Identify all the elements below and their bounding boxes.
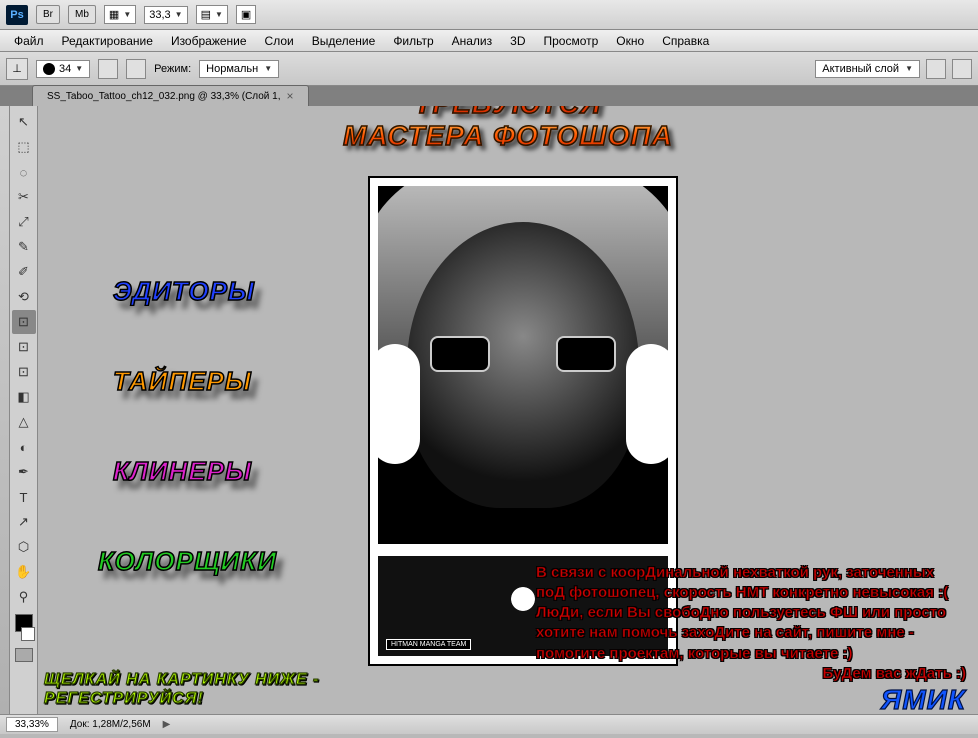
left-rail (0, 106, 10, 714)
status-zoom[interactable]: 33,33% (6, 717, 58, 732)
status-doc-info: Док: 1,28M/2,56M (70, 719, 151, 730)
eyedropper-tool[interactable]: ✎ (12, 235, 36, 259)
brush-tool[interactable]: ⟲ (12, 285, 36, 309)
pen-tool[interactable]: ✒ (12, 460, 36, 484)
history-brush-tool[interactable]: ⊡ (12, 335, 36, 359)
recruitment-headline: В КОМАНДУ СРОЧНО ТРЕБУЮТСЯ МАСТЕРА ФОТОШ… (273, 106, 743, 152)
options-bar: ⊥ 34 ▼ Режим: Нормальн ▼ Активный слой ▼ (0, 52, 978, 86)
type-tool[interactable]: T (12, 485, 36, 509)
menu-analysis[interactable]: Анализ (444, 32, 501, 50)
toolbox: ↖ ⬚ ◌ ✂ ⤢ ✎ ✐ ⟲ ⊡ ⊡ ⊡ ◧ △ ◐ ✒ T ↗ ⬡ ✋ ⚲ (10, 106, 38, 714)
chevron-down-icon: ▼ (175, 10, 183, 19)
close-icon[interactable]: × (287, 89, 294, 103)
path-select-tool[interactable]: ↗ (12, 510, 36, 534)
arrange-dropdown[interactable]: ▤▼ (196, 5, 228, 24)
manga-art (378, 186, 668, 544)
body-text: В связи с коорДинальной нехваткой рук, з… (536, 563, 966, 664)
bridge-button[interactable]: Br (36, 5, 60, 24)
team-label: HITMAN MANGA TEAM (386, 639, 471, 650)
author-signature: ЯМИК (881, 684, 966, 714)
menu-file[interactable]: Файл (6, 32, 52, 50)
move-tool[interactable]: ↖ (12, 110, 36, 134)
brush-dot-icon (43, 63, 55, 75)
ignore-adjustment-button[interactable] (926, 59, 946, 79)
menu-help[interactable]: Справка (654, 32, 717, 50)
magic-wand-tool[interactable]: ✂ (12, 185, 36, 209)
status-bar: 33,33% Док: 1,28M/2,56M ▶ (0, 714, 978, 734)
hand-tool[interactable]: ✋ (12, 560, 36, 584)
sample-value: Активный слой (822, 63, 899, 75)
status-arrow-icon[interactable]: ▶ (163, 719, 171, 730)
blend-mode-select[interactable]: Нормальн ▼ (199, 60, 279, 78)
zoom-dropdown[interactable]: 33,3 ▼ (144, 6, 187, 24)
screen-mode-dropdown[interactable]: ▦▼ (104, 5, 136, 24)
chevron-down-icon: ▼ (264, 64, 272, 73)
quickmask-button[interactable] (15, 648, 33, 662)
eraser-tool[interactable]: ⊡ (12, 360, 36, 384)
menu-edit[interactable]: Редактирование (54, 32, 161, 50)
stamp-tool[interactable]: ⊡ (12, 310, 36, 334)
blur-tool[interactable]: △ (12, 410, 36, 434)
blend-mode-value: Нормальн (206, 63, 258, 75)
zoom-tool[interactable]: ⚲ (12, 585, 36, 609)
document-tab-bar: SS_Taboo_Tattoo_ch12_032.png @ 33,3% (Сл… (0, 86, 978, 106)
menu-select[interactable]: Выделение (304, 32, 384, 50)
click-hint-l1: ЩЕЛКАЙ НА КАРТИНКУ НИЖЕ - (44, 670, 319, 689)
click-hint: ЩЕЛКАЙ НА КАРТИНКУ НИЖЕ - РЕГЕСТРИРУЙСЯ! (44, 670, 319, 708)
chevron-down-icon: ▼ (215, 10, 223, 19)
healing-tool[interactable]: ✐ (12, 260, 36, 284)
main-area: ↖ ⬚ ◌ ✂ ⤢ ✎ ✐ ⟲ ⊡ ⊡ ⊡ ◧ △ ◐ ✒ T ↗ ⬡ ✋ ⚲ … (0, 106, 978, 714)
headline-line2: МАСТЕРА ФОТОШОПА (273, 120, 743, 152)
menu-layers[interactable]: Слои (257, 32, 302, 50)
role-editors: ЭДИТОРЫ (113, 276, 255, 307)
app-bar: Ps Br Mb ▦▼ 33,3 ▼ ▤▼ ▣ (0, 0, 978, 30)
chevron-down-icon: ▼ (123, 10, 131, 19)
menu-image[interactable]: Изображение (163, 32, 255, 50)
marquee-tool[interactable]: ⬚ (12, 135, 36, 159)
gradient-tool[interactable]: ◧ (12, 385, 36, 409)
menu-view[interactable]: Просмотр (535, 32, 606, 50)
extras-dropdown[interactable]: ▣ (236, 5, 256, 24)
dodge-tool[interactable]: ◐ (12, 435, 36, 459)
tablet-pressure-button[interactable] (952, 59, 972, 79)
role-typers: ТАЙПЕРЫ (113, 366, 252, 397)
headline-line1: В КОМАНДУ СРОЧНО ТРЕБУЮТСЯ (273, 106, 743, 120)
document-tab-title: SS_Taboo_Tattoo_ch12_032.png @ 33,3% (Сл… (47, 91, 281, 102)
ps-logo: Ps (6, 5, 28, 25)
minibridge-button[interactable]: Mb (68, 5, 96, 24)
menu-filter[interactable]: Фильтр (385, 32, 441, 50)
chevron-down-icon: ▼ (75, 64, 83, 73)
sample-select[interactable]: Активный слой ▼ (815, 60, 920, 78)
role-colorists: КОЛОРЩИКИ (98, 546, 277, 577)
recruitment-body: В связи с коорДинальной нехваткой рук, з… (536, 563, 966, 685)
brush-size: 34 (59, 63, 71, 75)
background-color[interactable] (21, 627, 35, 641)
menu-3d[interactable]: 3D (502, 32, 533, 50)
brush-panel-button[interactable] (98, 59, 118, 79)
menu-window[interactable]: Окно (608, 32, 652, 50)
tool-preset-icon[interactable]: ⊥ (6, 58, 28, 80)
role-cleaners: КЛИНЕРЫ (113, 456, 252, 487)
document-tab[interactable]: SS_Taboo_Tattoo_ch12_032.png @ 33,3% (Сл… (32, 85, 309, 106)
shape-tool[interactable]: ⬡ (12, 535, 36, 559)
brush-settings-button[interactable] (126, 59, 146, 79)
click-hint-l2: РЕГЕСТРИРУЙСЯ! (44, 689, 319, 708)
chevron-down-icon: ▼ (905, 64, 913, 73)
menu-bar: Файл Редактирование Изображение Слои Выд… (0, 30, 978, 52)
brush-preset[interactable]: 34 ▼ (36, 60, 90, 78)
zoom-value: 33,3 (149, 9, 170, 21)
canvas[interactable]: В КОМАНДУ СРОЧНО ТРЕБУЮТСЯ МАСТЕРА ФОТОШ… (38, 106, 978, 714)
lasso-tool[interactable]: ◌ (12, 160, 36, 184)
mode-label: Режим: (154, 63, 191, 75)
body-signature: БуДем вас жДать :) (536, 664, 966, 684)
crop-tool[interactable]: ⤢ (12, 210, 36, 234)
